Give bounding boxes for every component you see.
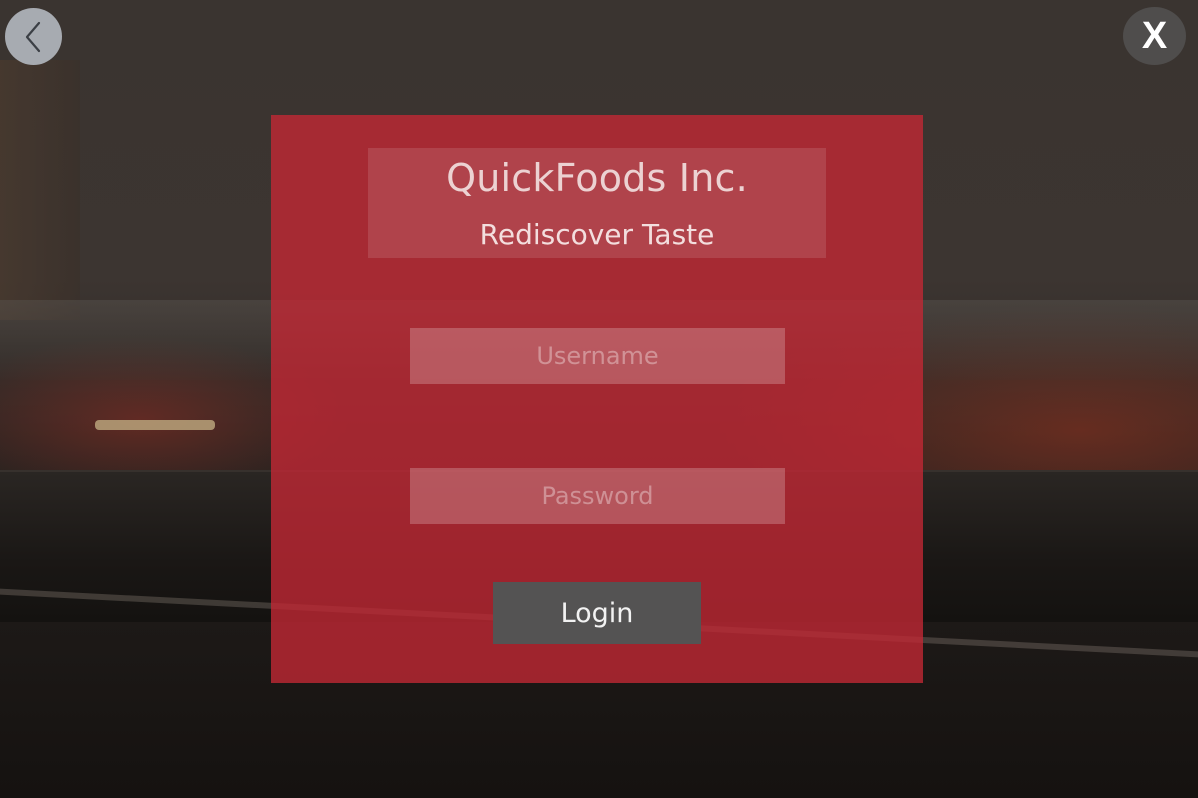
login-button-label: Login	[560, 597, 634, 629]
chevron-left-icon	[25, 21, 40, 52]
back-button[interactable]	[5, 8, 62, 65]
brand-subtitle: Rediscover Taste	[479, 218, 715, 251]
login-panel: QuickFoods Inc. Rediscover Taste Login	[271, 115, 923, 683]
close-icon: X	[1141, 14, 1168, 57]
brand-title: QuickFoods Inc.	[446, 156, 748, 200]
background-skewer	[95, 420, 215, 430]
login-button[interactable]: Login	[493, 582, 701, 644]
brand-header: QuickFoods Inc. Rediscover Taste	[368, 148, 826, 258]
password-input[interactable]	[410, 468, 785, 524]
close-button[interactable]: X	[1123, 7, 1186, 65]
background-wall	[0, 60, 80, 320]
username-input[interactable]	[410, 328, 785, 384]
